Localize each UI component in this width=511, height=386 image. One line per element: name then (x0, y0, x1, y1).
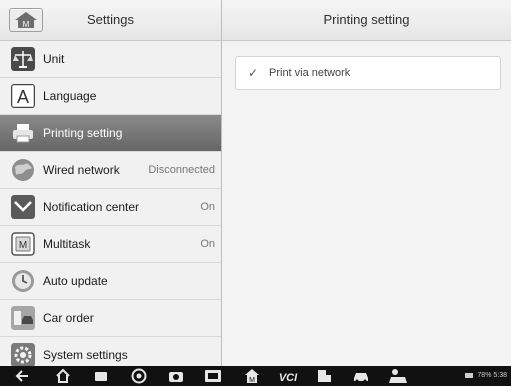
sidebar-item-language[interactable]: A Language (0, 78, 221, 115)
printing-setting-panel: ✓ Print via network (222, 41, 511, 366)
multitask-m-icon: M (11, 232, 35, 256)
sidebar-item-label: System settings (43, 348, 128, 362)
sidebar-item-car-order[interactable]: Car order (0, 300, 221, 337)
wired-network-status: Disconnected (148, 164, 215, 176)
language-a-icon: A (11, 84, 35, 108)
print-via-network-option[interactable]: ✓ Print via network (235, 56, 501, 90)
recent-apps-icon[interactable] (93, 368, 109, 384)
svg-text:A: A (17, 87, 29, 107)
sidebar-item-label: Printing setting (43, 126, 123, 140)
settings-sidebar: Unit A Language Printing setting Wired n… (0, 41, 222, 366)
service-icon[interactable] (316, 368, 332, 384)
back-arrow-icon[interactable] (14, 368, 30, 384)
sidebar-item-label: Unit (43, 52, 65, 66)
printer-icon (13, 124, 33, 143)
status-text: 78% 5:38 (477, 372, 507, 379)
sidebar-item-wired-network[interactable]: Wired network Disconnected (0, 152, 221, 189)
gear-icon (11, 343, 35, 366)
vci-icon[interactable]: VCI (276, 368, 300, 384)
camera-icon[interactable] (168, 368, 184, 384)
vci-label: VCI (279, 372, 298, 384)
sidebar-item-notification-center[interactable]: Notification center On (0, 189, 221, 226)
home-icon[interactable] (55, 368, 71, 384)
checkmark-icon: ✓ (248, 66, 259, 80)
settings-title: Settings (87, 12, 134, 27)
sidebar-item-system-settings[interactable]: System settings (0, 337, 221, 366)
notification-center-status: On (200, 201, 215, 213)
sidebar-item-label: Language (43, 89, 97, 103)
status-area: 78% 5:38 (465, 366, 507, 386)
sidebar-item-printing-setting[interactable]: Printing setting (0, 115, 221, 152)
bottom-navigation-bar: M VCI 78% 5:38 (0, 366, 511, 386)
sidebar-item-label: Auto update (43, 274, 108, 288)
sidebar-item-label: Wired network (43, 163, 120, 177)
clock-update-icon (12, 270, 34, 292)
sidebar-item-label: Multitask (43, 237, 91, 251)
browser-icon[interactable] (131, 368, 147, 384)
sidebar-item-unit[interactable]: Unit (0, 41, 221, 78)
maxisys-home-icon[interactable]: M (244, 368, 260, 384)
print-via-network-label: Print via network (269, 67, 351, 79)
notification-icon (11, 195, 35, 219)
sidebar-item-auto-update[interactable]: Auto update (0, 263, 221, 300)
car-icon[interactable] (352, 368, 370, 384)
sidebar-item-label: Notification center (43, 200, 140, 214)
svg-text:M: M (249, 377, 255, 384)
printing-setting-header: Printing setting (222, 0, 511, 41)
app-window: M Settings Printing setting Unit A Langu… (0, 0, 511, 386)
multitask-status: On (200, 238, 215, 250)
printing-setting-title: Printing setting (323, 12, 410, 27)
globe-icon (12, 159, 34, 181)
scale-icon (11, 47, 35, 71)
svg-text:M: M (19, 240, 27, 251)
battery-icon (465, 372, 474, 378)
car-order-icon (11, 306, 35, 330)
sidebar-item-multitask[interactable]: M Multitask On (0, 226, 221, 263)
sidebar-item-label: Car order (43, 311, 94, 325)
display-brightness-icon[interactable] (204, 368, 222, 384)
shop-manager-icon[interactable] (388, 368, 408, 384)
settings-header: M Settings (0, 0, 222, 41)
